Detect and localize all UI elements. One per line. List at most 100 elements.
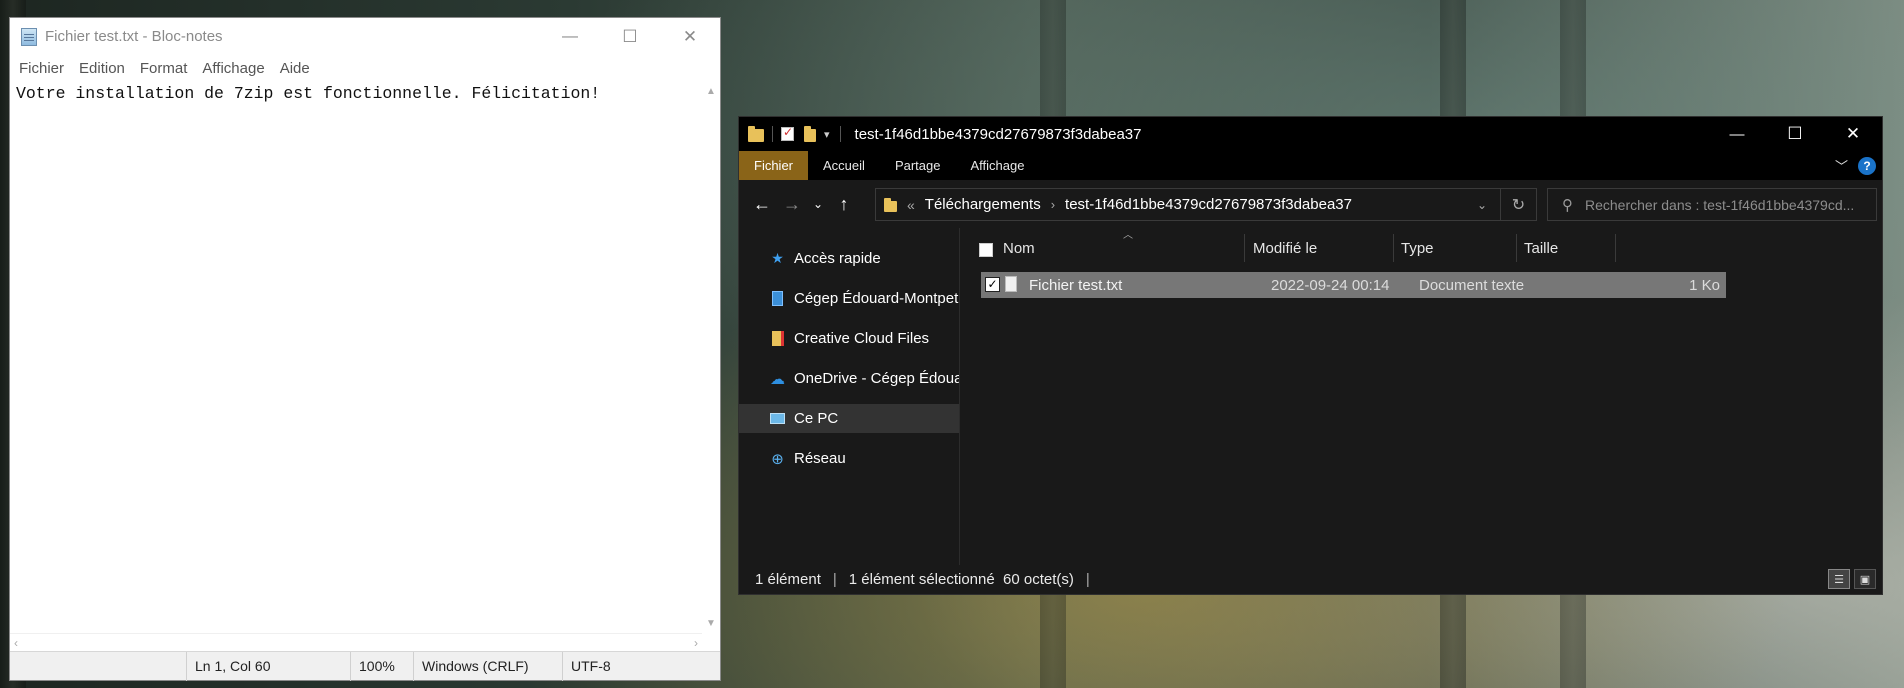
nav-item-label: Accès rapide	[794, 250, 881, 267]
notepad-titlebar[interactable]: Fichier test.txt - Bloc-notes — ☐ ✕	[10, 18, 720, 55]
help-icon[interactable]: ?	[1858, 156, 1876, 175]
back-button[interactable]: ←	[747, 189, 777, 219]
table-row[interactable]: ✓ Fichier test.txt 2022-09-24 00:14 Docu…	[981, 272, 1726, 298]
building-icon	[769, 290, 786, 307]
status-line-ending: Windows (CRLF)	[413, 651, 562, 681]
nav-item-label: Cégep Édouard-Montpetit	[794, 290, 959, 307]
tab-partage[interactable]: Partage	[880, 151, 956, 180]
forward-button[interactable]: →	[777, 189, 807, 219]
nav-item-onedrive[interactable]: ☁ OneDrive - Cégep Édouard-Montpetit	[739, 364, 959, 393]
breadcrumb-current-folder[interactable]: test-1f46d1bbe4379cd27679873f3dabea37	[1065, 196, 1352, 213]
creative-cloud-icon	[769, 330, 786, 347]
column-header-modifie[interactable]: Modifié le	[1247, 234, 1394, 262]
column-header-nom[interactable]: Nom	[997, 234, 1245, 262]
scroll-down-icon[interactable]: ▼	[706, 618, 716, 629]
text-file-icon	[1005, 276, 1017, 292]
menu-format[interactable]: Format	[139, 60, 189, 77]
column-header-type[interactable]: Type	[1395, 234, 1517, 262]
vertical-scrollbar[interactable]: ▲ ▼	[702, 82, 720, 633]
search-icon: ⚲	[1562, 196, 1573, 214]
onedrive-cloud-icon: ☁	[770, 370, 785, 388]
column-header-label: Modifié le	[1253, 239, 1318, 257]
search-input[interactable]: ⚲ Rechercher dans : test-1f46d1bbe4379cd…	[1547, 188, 1877, 221]
column-header-label: Type	[1401, 239, 1434, 257]
up-button[interactable]: ↑	[829, 189, 859, 219]
properties-icon[interactable]	[781, 125, 794, 141]
chevron-right-icon[interactable]: ›	[1051, 197, 1055, 212]
column-header-label: Nom	[1003, 239, 1035, 257]
explorer-window: ▾ test-1f46d1bbe4379cd27679873f3dabea37 …	[738, 116, 1883, 595]
customize-quick-access-icon[interactable]: ▾	[824, 128, 830, 141]
folder-icon	[748, 126, 764, 142]
menu-affichage[interactable]: Affichage	[201, 60, 265, 77]
column-header-label: Taille	[1524, 239, 1559, 257]
close-button[interactable]: ✕	[660, 18, 720, 55]
star-icon: ★	[771, 250, 784, 266]
maximize-icon: ☐	[622, 26, 638, 46]
notepad-menubar: Fichier Edition Format Affichage Aide	[10, 55, 720, 82]
menu-fichier[interactable]: Fichier	[18, 60, 65, 77]
tab-affichage[interactable]: Affichage	[955, 151, 1039, 180]
notepad-statusbar: Ln 1, Col 60 100% Windows (CRLF) UTF-8	[10, 651, 720, 681]
notepad-title: Fichier test.txt - Bloc-notes	[45, 28, 223, 45]
scroll-right-icon[interactable]: ›	[694, 636, 698, 650]
up-arrow-icon: ↑	[839, 193, 849, 214]
file-name[interactable]: Fichier test.txt	[1029, 272, 1122, 298]
select-all-checkbox[interactable]	[979, 243, 993, 257]
divider: |	[1085, 571, 1090, 588]
recent-locations-button[interactable]: ⌄	[807, 189, 829, 219]
file-list: ︿ Nom Modifié le Type Taille ✓ Fichier t…	[961, 228, 1882, 565]
nav-item-label: OneDrive - Cégep Édouard-Montpetit	[794, 370, 959, 387]
tab-fichier[interactable]: Fichier	[739, 151, 809, 180]
maximize-button[interactable]: ☐	[600, 18, 660, 55]
new-folder-icon[interactable]	[804, 126, 816, 142]
status-item-count: 1 élément	[755, 571, 821, 588]
tab-accueil[interactable]: Accueil	[808, 151, 880, 180]
nav-item-cegep[interactable]: Cégep Édouard-Montpetit	[739, 284, 959, 313]
close-icon: ✕	[682, 26, 698, 46]
column-header-taille[interactable]: Taille	[1518, 234, 1616, 262]
nav-item-creative-cloud[interactable]: Creative Cloud Files	[739, 324, 959, 353]
expand-ribbon-icon[interactable]: ﹀	[1835, 156, 1848, 175]
minimize-button[interactable]: —	[1708, 117, 1766, 151]
column-headers: ︿ Nom Modifié le Type Taille	[961, 228, 1882, 268]
minimize-icon: —	[562, 27, 578, 45]
large-icons-view-icon[interactable]: ▣	[1854, 569, 1876, 589]
nav-item-label: Creative Cloud Files	[794, 330, 930, 347]
divider	[772, 126, 773, 142]
scroll-up-icon[interactable]: ▲	[706, 86, 716, 97]
ribbon-tabs: Fichier Accueil Partage Affichage ﹀ ?	[739, 151, 1882, 180]
chevron-down-icon: ⌄	[812, 197, 824, 211]
menu-edition[interactable]: Edition	[78, 60, 126, 77]
navigation-pane: ★ Accès rapide Cégep Édouard-Montpetit C…	[739, 228, 960, 565]
explorer-titlebar[interactable]: ▾ test-1f46d1bbe4379cd27679873f3dabea37 …	[739, 117, 1882, 151]
computer-icon	[769, 410, 786, 427]
close-button[interactable]: ✕	[1824, 117, 1882, 151]
close-icon: ✕	[1845, 124, 1861, 143]
menu-aide[interactable]: Aide	[279, 60, 311, 77]
scroll-left-icon[interactable]: ‹	[14, 636, 18, 650]
status-position: Ln 1, Col 60	[186, 651, 350, 681]
search-placeholder: Rechercher dans : test-1f46d1bbe4379cd..…	[1585, 196, 1855, 213]
notepad-text-area[interactable]: Votre installation de 7zip est fonctionn…	[10, 82, 720, 633]
forward-arrow-icon: →	[783, 193, 801, 214]
nav-item-acces-rapide[interactable]: ★ Accès rapide	[739, 244, 959, 273]
details-view-icon[interactable]: ☰	[1828, 569, 1850, 589]
address-dropdown-icon[interactable]: ⌄	[1464, 198, 1500, 212]
minimize-button[interactable]: —	[540, 18, 600, 55]
status-zoom: 100%	[350, 651, 413, 681]
nav-item-reseau[interactable]: ⊕ Réseau	[739, 444, 959, 473]
row-checkbox[interactable]: ✓	[985, 277, 1000, 292]
address-bar[interactable]: « Téléchargements › test-1f46d1bbe4379cd…	[875, 188, 1537, 221]
maximize-button[interactable]: ☐	[1766, 117, 1824, 151]
nav-item-ce-pc[interactable]: Ce PC	[739, 404, 959, 433]
folder-icon	[884, 197, 897, 212]
refresh-icon[interactable]: ↻	[1500, 189, 1536, 220]
file-modified: 2022-09-24 00:14	[1271, 276, 1390, 294]
network-icon: ⊕	[771, 450, 784, 468]
notepad-app-icon	[21, 27, 37, 46]
breadcrumb-telechargements[interactable]: Téléchargements	[925, 196, 1041, 213]
horizontal-scrollbar[interactable]: ‹ ›	[10, 633, 702, 651]
maximize-icon: ☐	[1787, 124, 1803, 143]
address-overflow-icon[interactable]: «	[907, 197, 915, 213]
